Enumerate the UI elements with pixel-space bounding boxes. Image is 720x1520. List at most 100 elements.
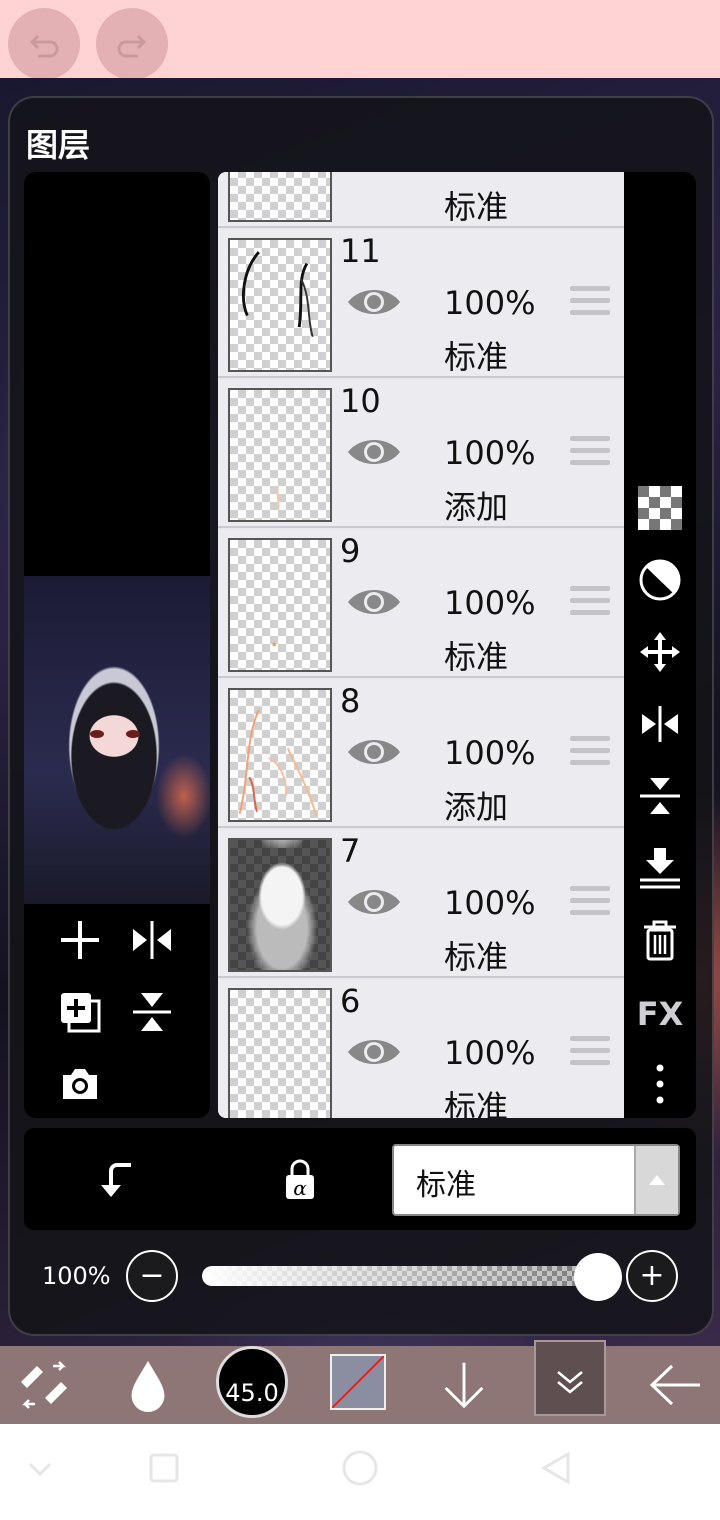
drag-handle-icon[interactable]: [570, 1036, 610, 1070]
duplicate-layer-button[interactable]: [52, 984, 108, 1040]
camera-button[interactable]: [52, 1056, 108, 1112]
panel-title: 图层: [26, 126, 91, 164]
layer-thumbnail: [228, 838, 332, 972]
drag-handle-icon[interactable]: [570, 436, 610, 470]
preview-eye: [126, 730, 140, 738]
move-icon: [640, 632, 680, 672]
eye-icon[interactable]: [346, 582, 402, 622]
fx-label: FX: [636, 995, 684, 1033]
layer-thumbnail: [228, 238, 332, 372]
clipping-button[interactable]: [88, 1152, 144, 1208]
layer-opacity: 100%: [444, 584, 536, 622]
plus-icon: [61, 921, 99, 959]
layer-opacity: 100%: [444, 884, 536, 922]
collapse-panel-button[interactable]: [534, 1340, 606, 1416]
flip-horizontal-tool[interactable]: [636, 700, 684, 748]
half-circle-icon: [639, 559, 681, 601]
redo-icon: [117, 34, 147, 58]
chevron-double-down-icon: [557, 1371, 583, 1394]
clipping-arrow-icon: [101, 1163, 131, 1197]
flip-vertical-tool[interactable]: [636, 772, 684, 820]
merge-down-button[interactable]: [636, 844, 684, 892]
undo-icon: [29, 34, 59, 58]
layer-blend-mode: 标准: [444, 188, 509, 226]
opacity-slider-knob[interactable]: [574, 1253, 622, 1301]
layer-row-9[interactable]: 9 100% 标准: [218, 530, 624, 678]
layer-blend-mode: 添加: [444, 488, 509, 526]
opacity-increase-button[interactable]: +: [626, 1250, 678, 1302]
drag-handle-icon[interactable]: [570, 886, 610, 920]
layer-thumbnail: [228, 538, 332, 672]
flip-vertical-icon: [133, 993, 171, 1031]
drag-handle-icon[interactable]: [570, 286, 610, 320]
flip-horizontal-button[interactable]: [124, 912, 180, 968]
chevron-down-icon: [28, 1462, 52, 1477]
blur-tool-button[interactable]: [120, 1346, 176, 1424]
eye-icon[interactable]: [346, 1032, 402, 1072]
layer-down-button[interactable]: [436, 1346, 492, 1424]
layer-thumbnail: [228, 688, 332, 822]
layer-opacity: 100%: [444, 1034, 536, 1072]
add-layer-button[interactable]: [52, 912, 108, 968]
delete-layer-button[interactable]: [636, 916, 684, 964]
eye-icon[interactable]: [346, 882, 402, 922]
layer-number: 11: [340, 232, 381, 270]
layer-blend-mode: 标准: [444, 1088, 509, 1118]
camera-icon: [63, 1069, 97, 1099]
nav-recents-button[interactable]: [144, 1448, 184, 1488]
trash-icon: [644, 920, 676, 961]
more-button[interactable]: [636, 1060, 684, 1108]
layer-row-7[interactable]: 7 100% 标准: [218, 830, 624, 978]
eye-icon[interactable]: [346, 282, 402, 322]
layer-number: 10: [340, 382, 381, 420]
layer-blend-mode: 标准: [444, 338, 509, 376]
tool-swap-button[interactable]: [14, 1346, 74, 1424]
duplicate-layer-icon: [61, 993, 101, 1033]
undo-button[interactable]: [8, 8, 80, 80]
flip-vertical-icon: [640, 778, 680, 814]
color-swatch-icon: [332, 1356, 384, 1408]
layer-row-6[interactable]: 6 100% 标准: [218, 980, 624, 1118]
eye-icon[interactable]: [346, 732, 402, 772]
blend-mode-select[interactable]: 标准: [392, 1144, 680, 1216]
layers-list[interactable]: 标准 11 100% 标准 10 100% 添加 9 100% 标准 8 100…: [218, 172, 624, 1118]
layer-opacity: 100%: [444, 284, 536, 322]
transparency-button[interactable]: [636, 484, 684, 532]
layer-blend-mode: 添加: [444, 788, 509, 826]
svg-text:α: α: [293, 1176, 307, 1200]
layer-row-11[interactable]: 11 100% 标准: [218, 230, 624, 378]
back-button[interactable]: [646, 1346, 704, 1424]
redo-button[interactable]: [96, 8, 168, 80]
layer-blend-mode: 标准: [444, 638, 509, 676]
layer-blend-mode: 标准: [444, 938, 509, 976]
move-button[interactable]: [636, 628, 684, 676]
opacity-decrease-button[interactable]: −: [126, 1250, 178, 1302]
eye-icon[interactable]: [346, 432, 402, 472]
nav-back-button[interactable]: [536, 1448, 576, 1488]
layer-number: 8: [340, 682, 361, 720]
checkerboard-icon: [638, 486, 682, 530]
brush-size-button[interactable]: 45.0: [216, 1346, 288, 1418]
canvas-preview[interactable]: [24, 576, 210, 904]
layer-number: 9: [340, 532, 361, 570]
swap-tool-icon: [21, 1361, 67, 1409]
layer-row-8[interactable]: 8 100% 添加: [218, 680, 624, 828]
layer-row[interactable]: 标准: [218, 172, 624, 228]
fx-button[interactable]: FX: [636, 990, 684, 1038]
layer-opacity: 100%: [444, 734, 536, 772]
nav-home-button[interactable]: [340, 1448, 380, 1488]
flip-vertical-button[interactable]: [124, 984, 180, 1040]
nav-hide-button[interactable]: [20, 1448, 60, 1488]
layer-thumbnail: [228, 172, 332, 222]
color-swatch[interactable]: [330, 1354, 386, 1410]
drag-handle-icon[interactable]: [570, 586, 610, 620]
more-vertical-icon: [656, 1064, 664, 1104]
flip-horizontal-icon: [133, 921, 171, 959]
alpha-lock-button[interactable]: α: [272, 1152, 328, 1208]
drag-handle-icon[interactable]: [570, 736, 610, 770]
opacity-slider-track[interactable]: [202, 1266, 598, 1286]
flip-horizontal-icon: [642, 706, 678, 742]
invert-button[interactable]: [636, 556, 684, 604]
opacity-label: 100%: [42, 1262, 111, 1290]
layer-row-10[interactable]: 10 100% 添加: [218, 380, 624, 528]
